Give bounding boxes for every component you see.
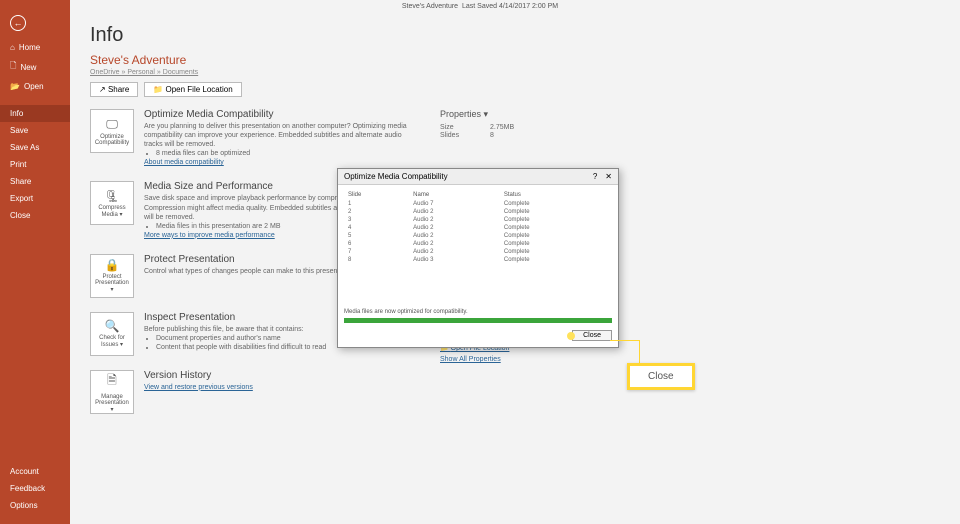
col-name: Name xyxy=(411,191,500,199)
optimize-icon: 🖵 xyxy=(106,117,118,132)
improve-perf-link[interactable]: More ways to improve media performance xyxy=(144,232,275,239)
share-button[interactable]: ↗ Share xyxy=(90,82,138,97)
dialog-close-button[interactable]: Close xyxy=(572,330,612,341)
properties-heading[interactable]: Properties ▾ xyxy=(440,109,640,120)
optimize-table: Slide Name Status 1Audio 7Complete 2Audio… xyxy=(344,189,612,265)
sidebar-item-new[interactable]: 🗋New xyxy=(0,56,70,78)
sidebar-item-options[interactable]: Options xyxy=(0,497,70,514)
back-button[interactable]: ← xyxy=(10,15,26,31)
optimize-text: Are you planning to deliver this present… xyxy=(144,122,420,167)
doc-title: Steve's Adventure xyxy=(90,53,940,67)
sidebar-item-open[interactable]: 📂Open xyxy=(0,78,70,95)
callout-marker xyxy=(567,332,575,340)
table-row: 3Audio 2Complete xyxy=(346,217,610,223)
sidebar-item-print[interactable]: Print xyxy=(0,156,70,173)
doc-path[interactable]: OneDrive » Personal » Documents xyxy=(90,69,940,76)
sidebar-item-save[interactable]: Save xyxy=(0,122,70,139)
prop-slides-value: 8 xyxy=(490,132,494,139)
prop-slides-label: Slides xyxy=(440,132,490,139)
home-icon: ⌂ xyxy=(10,43,15,52)
titlebar: Steve's Adventure Last Saved 4/14/2017 2… xyxy=(0,0,960,12)
protect-button[interactable]: 🔒Protect Presentation ▾ xyxy=(90,254,134,298)
sidebar-item-info[interactable]: Info xyxy=(0,105,70,122)
page-title: Info xyxy=(90,24,940,47)
table-row: 6Audio 2Complete xyxy=(346,241,610,247)
prop-size-label: Size xyxy=(440,124,490,131)
about-compat-link[interactable]: About media compatibility xyxy=(144,159,224,166)
progress-bar xyxy=(344,318,612,323)
table-row: 5Audio 2Complete xyxy=(346,233,610,239)
backstage-sidebar: ← ⌂Home 🗋New 📂Open Info Save Save As Pri… xyxy=(0,0,70,524)
compress-icon: 🗜 xyxy=(104,189,119,203)
optimize-title: Optimize Media Compatibility xyxy=(144,109,420,120)
table-row: 2Audio 2Complete xyxy=(346,209,610,215)
new-icon: 🗋 xyxy=(10,60,16,74)
check-issues-button[interactable]: 🔍Check for Issues ▾ xyxy=(90,312,134,356)
version-title: Version History xyxy=(144,370,420,381)
compress-media-button[interactable]: 🗜Compress Media ▾ xyxy=(90,181,134,225)
table-row: 8Audio 3Complete xyxy=(346,257,610,263)
inspect-icon: 🔍 xyxy=(105,319,120,333)
col-slide: Slide xyxy=(346,191,409,199)
sidebar-item-share[interactable]: Share xyxy=(0,173,70,190)
dialog-message: Media files are now optimized for compat… xyxy=(338,269,618,317)
sidebar-item-export[interactable]: Export xyxy=(0,190,70,207)
sidebar-item-close[interactable]: Close xyxy=(0,207,70,224)
col-status: Status xyxy=(502,191,610,199)
dialog-title: Optimize Media Compatibility xyxy=(344,172,448,181)
dialog-titlebar: Optimize Media Compatibility ? ✕ xyxy=(338,169,618,185)
manage-icon: 🗎 xyxy=(107,371,117,392)
version-history-link[interactable]: View and restore previous versions xyxy=(144,384,253,391)
sidebar-item-account[interactable]: Account xyxy=(0,463,70,480)
table-row: 7Audio 2Complete xyxy=(346,249,610,255)
dialog-close-icon[interactable]: ✕ xyxy=(605,172,612,181)
prop-size-value: 2.75MB xyxy=(490,124,514,131)
titlebar-doc: Steve's Adventure xyxy=(402,3,458,10)
callout-box: Close xyxy=(627,363,695,390)
table-row: 1Audio 7Complete xyxy=(346,201,610,207)
sidebar-item-saveas[interactable]: Save As xyxy=(0,139,70,156)
table-row: 4Audio 2Complete xyxy=(346,225,610,231)
sidebar-item-feedback[interactable]: Feedback xyxy=(0,480,70,497)
lock-icon: 🔒 xyxy=(105,258,120,272)
optimize-compatibility-button[interactable]: 🖵Optimize Compatibility xyxy=(90,109,134,153)
optimize-dialog: Optimize Media Compatibility ? ✕ Slide N… xyxy=(337,168,619,348)
open-icon: 📂 xyxy=(10,82,20,91)
manage-presentation-button[interactable]: 🗎Manage Presentation ▾ xyxy=(90,370,134,414)
titlebar-saved: Last Saved 4/14/2017 2:00 PM xyxy=(462,3,558,10)
dialog-help-icon[interactable]: ? xyxy=(593,172,597,181)
sidebar-item-home[interactable]: ⌂Home xyxy=(0,39,70,56)
open-file-location-button[interactable]: 📁 Open File Location xyxy=(144,82,241,97)
